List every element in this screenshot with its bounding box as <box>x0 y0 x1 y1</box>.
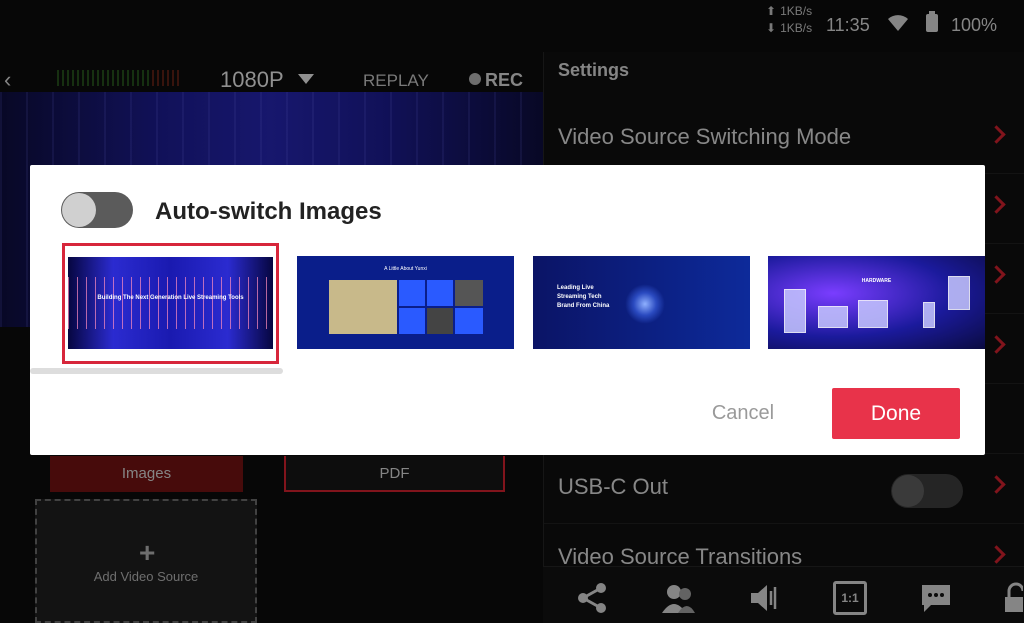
image-thumbnail-1[interactable]: Building The Next Generation Live Stream… <box>62 243 279 364</box>
device-graphic <box>784 289 806 333</box>
device-graphic <box>818 306 848 328</box>
photo-block <box>399 308 425 334</box>
dialog-title: Auto-switch Images <box>155 198 382 225</box>
thumbnail-caption: A Little About Yunxi <box>384 266 427 272</box>
thumbnail-scrollbar[interactable] <box>30 368 283 374</box>
toggle-knob <box>62 193 96 227</box>
photo-block <box>399 280 425 306</box>
thumbnail-graphic <box>625 284 665 324</box>
image-thumbnail-3[interactable]: Leading Live Streaming Tech Brand From C… <box>533 256 750 349</box>
photo-block <box>329 280 397 334</box>
device-graphic <box>923 302 935 328</box>
thumbnail-caption: Building The Next Generation Live Stream… <box>97 295 244 301</box>
photo-block <box>455 280 483 306</box>
image-thumbnail-4[interactable]: HARDWARE <box>768 256 985 349</box>
auto-switch-images-dialog: Auto-switch Images Building The Next Gen… <box>30 165 985 455</box>
device-graphic <box>858 300 888 328</box>
done-button[interactable]: Done <box>832 388 960 439</box>
device-graphic <box>948 276 970 310</box>
thumbnail-image: Building The Next Generation Live Stream… <box>68 257 273 349</box>
photo-block <box>455 308 483 334</box>
image-thumbnail-2[interactable]: A Little About Yunxi <box>297 256 514 349</box>
auto-switch-toggle[interactable] <box>61 192 133 228</box>
thumbnail-caption: Leading Live Streaming Tech Brand From C… <box>557 285 610 309</box>
photo-block <box>427 308 453 334</box>
photo-block <box>427 280 453 306</box>
cancel-button[interactable]: Cancel <box>695 387 791 439</box>
